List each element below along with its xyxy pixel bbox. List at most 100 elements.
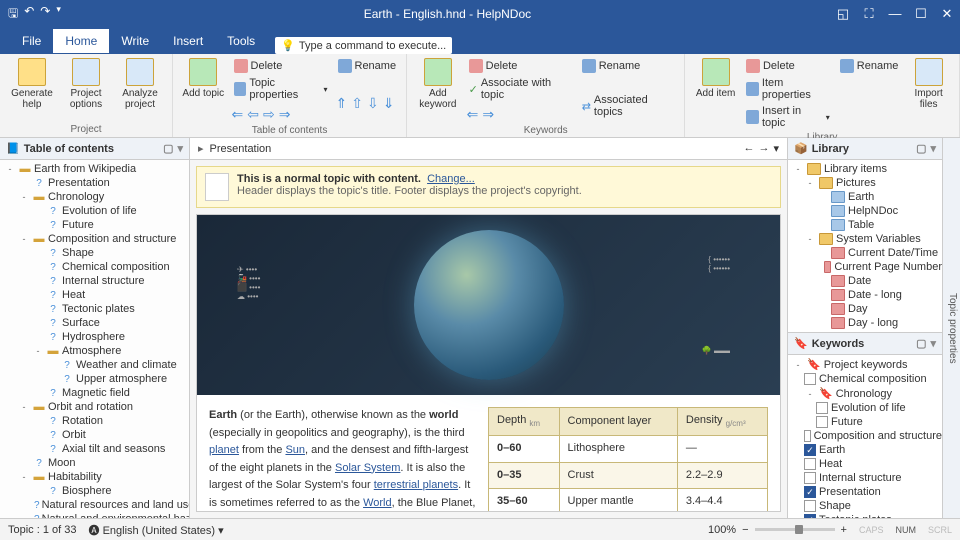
keyword-item[interactable]: Shape	[788, 499, 942, 513]
link-planet[interactable]: planet	[209, 444, 239, 456]
library-tree[interactable]: -Library items-PicturesEarthHelpNDocTabl…	[788, 160, 942, 332]
library-item[interactable]: Date	[788, 274, 942, 288]
toc-node[interactable]: ?Moon	[0, 456, 189, 470]
add-keyword-button[interactable]: Add keyword	[415, 58, 461, 110]
toc-move-arrows[interactable]: ⇐⇦⇨⇒	[232, 106, 330, 123]
toc-node[interactable]: ?Axial tilt and seasons	[0, 442, 189, 456]
toc-props-button[interactable]: Topic properties▾	[232, 76, 330, 102]
kw-assoc-button[interactable]: ✓Associate with topic	[467, 76, 574, 102]
toc-node[interactable]: ?Magnetic field	[0, 386, 189, 400]
lib-rename-button[interactable]: Rename	[838, 58, 901, 74]
library-item[interactable]: Earth	[788, 190, 942, 204]
tab-home[interactable]: Home	[53, 29, 109, 55]
library-item[interactable]: HelpNDoc	[788, 204, 942, 218]
save-icon[interactable]: 🖫	[8, 4, 18, 25]
toc-node[interactable]: ?Shape	[0, 246, 189, 260]
toc-node[interactable]: ?Weather and climate	[0, 358, 189, 372]
toc-node[interactable]: -▬Chronology	[0, 190, 189, 204]
toc-tree[interactable]: -▬Earth from Wikipedia?Presentation-▬Chr…	[0, 160, 189, 518]
tab-insert[interactable]: Insert	[161, 29, 215, 54]
keyword-item[interactable]: ✓Earth	[788, 443, 942, 457]
link-solar-system[interactable]: Solar System	[335, 462, 400, 474]
panel-pin-icon[interactable]: ▢	[163, 142, 173, 155]
kw-assoc-topics[interactable]: ⇄Associated topics	[580, 93, 677, 119]
minimize-icon[interactable]: ―	[886, 6, 904, 22]
keyword-item[interactable]: ✓Presentation	[788, 485, 942, 499]
change-link[interactable]: Change...	[427, 173, 475, 185]
toc-node[interactable]: ?Rotation	[0, 414, 189, 428]
toc-node[interactable]: -▬Composition and structure	[0, 232, 189, 246]
link-sun[interactable]: Sun	[285, 444, 305, 456]
toc-node[interactable]: ?Evolution of life	[0, 204, 189, 218]
zoom-control[interactable]: 100%−+	[708, 524, 847, 536]
library-item[interactable]: Day	[788, 302, 942, 316]
toc-node[interactable]: ?Natural resources and land use	[0, 498, 189, 512]
command-search[interactable]: 💡Type a command to execute...	[275, 37, 452, 54]
nav-menu-icon[interactable]: ▾	[773, 142, 779, 155]
nav-fwd-icon[interactable]: →	[758, 142, 769, 155]
undo-icon[interactable]: ↶	[24, 4, 34, 25]
toc-node[interactable]: ?Upper atmosphere	[0, 372, 189, 386]
add-item-button[interactable]: Add item	[693, 58, 738, 99]
keyword-item[interactable]: -🔖Project keywords	[788, 357, 942, 372]
toc-node[interactable]: ?Biosphere	[0, 484, 189, 498]
keyword-item[interactable]: Future	[788, 415, 942, 429]
keyword-item[interactable]: Heat	[788, 457, 942, 471]
chevron-right-icon[interactable]: ▸	[198, 142, 204, 155]
kw-rename-button[interactable]: Rename	[580, 58, 677, 74]
tab-write[interactable]: Write	[109, 29, 161, 54]
link-terrestrial[interactable]: terrestrial planets	[374, 479, 458, 491]
keyword-item[interactable]: Evolution of life	[788, 401, 942, 415]
import-files-button[interactable]: Import files	[906, 58, 951, 110]
lib-delete-button[interactable]: Delete	[744, 58, 832, 74]
library-item[interactable]: Current Page Number	[788, 260, 942, 274]
toc-node[interactable]: -▬Habitability	[0, 470, 189, 484]
toc-rename-button[interactable]: Rename	[336, 58, 399, 74]
lib-insert-button[interactable]: Insert in topic▾	[744, 104, 832, 130]
library-item[interactable]: -System Variables	[788, 232, 942, 246]
toc-node[interactable]: ?Presentation	[0, 176, 189, 190]
library-item[interactable]: -Pictures	[788, 176, 942, 190]
kw-delete-button[interactable]: Delete	[467, 58, 574, 74]
lib-props-button[interactable]: Item properties	[744, 76, 832, 102]
topic-properties-tab[interactable]: Topic properties	[942, 138, 960, 518]
keyword-item[interactable]: Chemical composition	[788, 372, 942, 386]
toc-node[interactable]: ?Hydrosphere	[0, 330, 189, 344]
status-lang[interactable]: 🅐 English (United States) ▾	[89, 522, 224, 538]
keyword-item[interactable]: Internal structure	[788, 471, 942, 485]
toc-node[interactable]: ?Internal structure	[0, 274, 189, 288]
topic-content[interactable]: ✈ ••••🚂 ••••⬛ ••••☁ •••• { ••••••{ •••••…	[196, 214, 781, 512]
project-options-button[interactable]: Project options	[62, 58, 110, 110]
nav-back-icon[interactable]: ←	[743, 142, 754, 155]
help-icon[interactable]: ◱	[834, 6, 852, 22]
redo-icon[interactable]: ↷	[40, 4, 50, 25]
keyword-item[interactable]: -🔖Chronology	[788, 386, 942, 401]
toc-node[interactable]: -▬Atmosphere	[0, 344, 189, 358]
keywords-tree[interactable]: -🔖Project keywordsChemical composition-🔖…	[788, 355, 942, 518]
library-item[interactable]: Date - long	[788, 288, 942, 302]
fullscreen-icon[interactable]: ⛶	[860, 6, 878, 22]
toc-move-arrows-2[interactable]: ⇑⇧⇩⇓	[336, 95, 399, 112]
close-icon[interactable]: ✕	[938, 6, 956, 22]
library-item[interactable]: Day - long	[788, 316, 942, 330]
maximize-icon[interactable]: ☐	[912, 6, 930, 22]
library-item[interactable]: Current Date/Time	[788, 246, 942, 260]
generate-help-button[interactable]: Generate help	[8, 58, 56, 110]
toc-node[interactable]: -▬Earth from Wikipedia	[0, 162, 189, 176]
toc-node[interactable]: ?Future	[0, 218, 189, 232]
keyword-item[interactable]: Composition and structure	[788, 429, 942, 443]
tab-tools[interactable]: Tools	[215, 29, 267, 54]
analyze-project-button[interactable]: Analyze project	[116, 58, 164, 110]
toc-delete-button[interactable]: Delete	[232, 58, 330, 74]
link-world[interactable]: World	[363, 497, 392, 509]
toc-node[interactable]: ?Orbit	[0, 428, 189, 442]
panel-close-icon[interactable]: ▾	[177, 142, 183, 155]
toc-node[interactable]: ?Heat	[0, 288, 189, 302]
tab-file[interactable]: File	[10, 29, 53, 54]
toc-node[interactable]: ?Chemical composition	[0, 260, 189, 274]
toc-node[interactable]: -▬Orbit and rotation	[0, 400, 189, 414]
add-topic-button[interactable]: Add topic	[181, 58, 226, 99]
kw-arrows[interactable]: ⇐⇒	[467, 106, 574, 123]
library-item[interactable]: Table	[788, 218, 942, 232]
toc-node[interactable]: ?Tectonic plates	[0, 302, 189, 316]
